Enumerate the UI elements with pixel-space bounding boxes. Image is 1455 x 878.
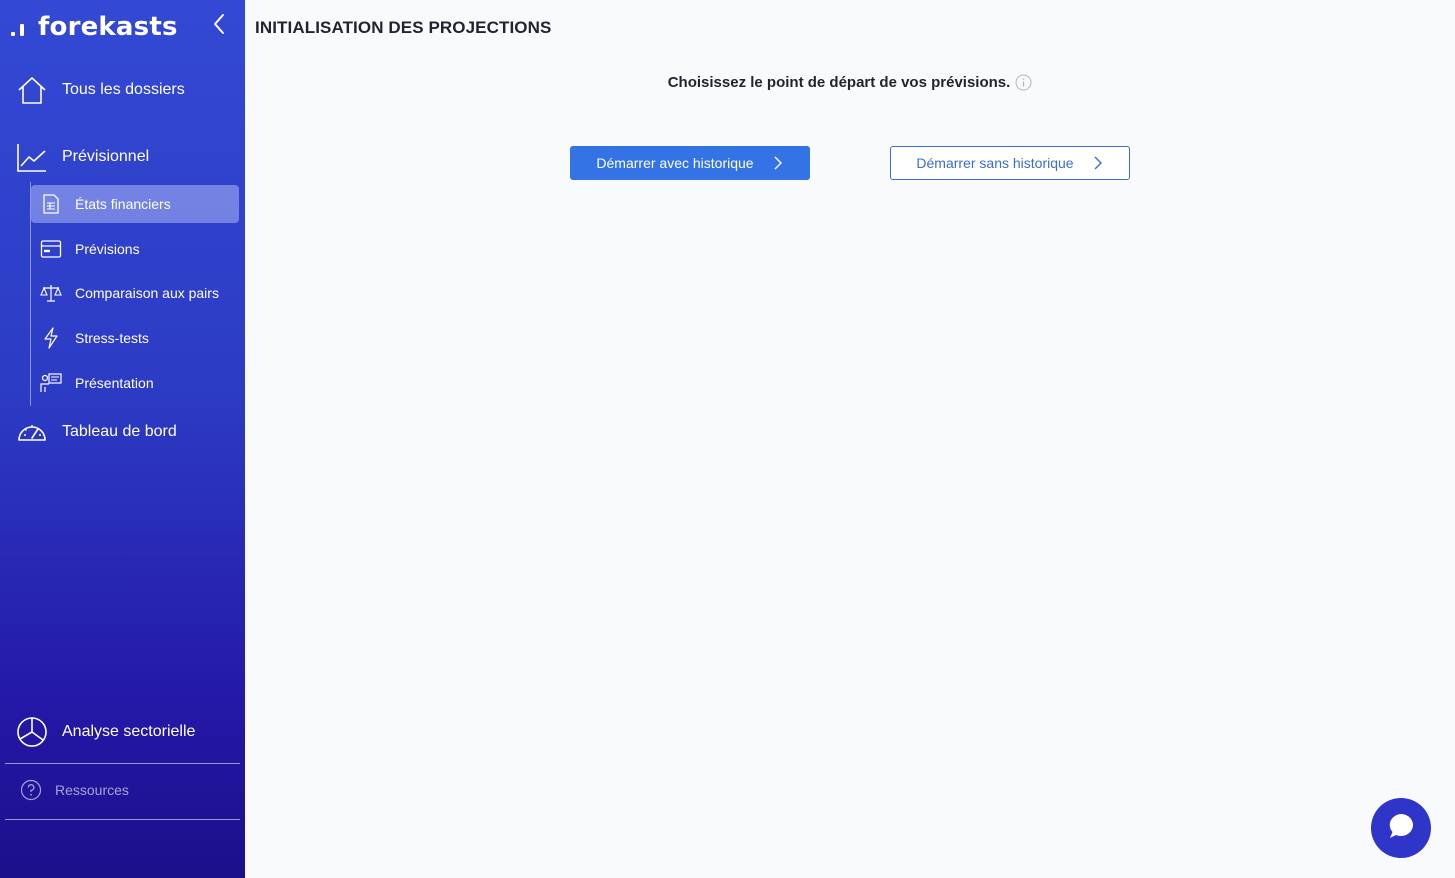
- collapse-sidebar-icon[interactable]: [210, 12, 230, 36]
- info-icon[interactable]: [1015, 74, 1032, 91]
- sidebar-item-peer-comparison[interactable]: Comparaison aux pairs: [31, 274, 239, 312]
- sidebar-item-label: Présentation: [75, 375, 154, 391]
- sidebar: forekasts Tous les dossiers Prévisionnel…: [0, 0, 245, 878]
- start-with-history-button[interactable]: Démarrer avec historique: [570, 146, 810, 180]
- button-label: Démarrer avec historique: [596, 155, 754, 171]
- chat-bubble-icon: [1386, 811, 1416, 846]
- sidebar-item-label: Comparaison aux pairs: [75, 285, 219, 301]
- nav-item-forecast[interactable]: Prévisionnel: [0, 137, 245, 177]
- nav-item-label: Analyse sectorielle: [62, 723, 196, 740]
- question-row: Choisissez le point de départ de vos pré…: [0, 74, 1455, 91]
- nav-item-dashboard[interactable]: Tableau de bord: [0, 412, 245, 452]
- chevron-right-icon: [1092, 156, 1104, 170]
- nav-item-resources[interactable]: Ressources: [20, 778, 129, 802]
- balance-scale-icon: [40, 282, 62, 304]
- sidebar-item-label: Stress-tests: [75, 330, 149, 346]
- chevron-right-icon: [772, 156, 784, 170]
- trend-chart-icon: [16, 141, 48, 173]
- nav-item-label: Prévisionnel: [62, 148, 150, 165]
- lightning-icon: [40, 327, 62, 349]
- sidebar-item-financial-statements[interactable]: États financiers: [31, 185, 239, 223]
- divider: [5, 763, 240, 764]
- page-title: INITIALISATION DES PROJECTIONS: [255, 18, 552, 37]
- speedometer-icon: [16, 416, 48, 448]
- question-circle-icon: [20, 779, 42, 801]
- presenter-icon: [40, 372, 62, 394]
- sidebar-item-label: Prévisions: [75, 241, 140, 257]
- brand-logo[interactable]: forekasts: [10, 10, 178, 44]
- document-list-icon: [40, 193, 62, 215]
- sidebar-item-label: États financiers: [75, 196, 171, 212]
- nav-item-sector-analysis[interactable]: Analyse sectorielle: [0, 712, 245, 752]
- chat-button[interactable]: [1371, 798, 1431, 858]
- credit-card-icon: [40, 238, 62, 260]
- question-text: Choisissez le point de départ de vos pré…: [667, 74, 1011, 91]
- nav-item-label: Ressources: [55, 782, 129, 798]
- button-label: Démarrer sans historique: [916, 155, 1074, 171]
- start-without-history-button[interactable]: Démarrer sans historique: [890, 146, 1130, 180]
- pie-chart-icon: [16, 716, 48, 748]
- divider: [5, 819, 240, 820]
- brand-name: forekasts: [38, 12, 178, 42]
- logo-mark-icon: [10, 15, 32, 39]
- sidebar-item-forecasts[interactable]: Prévisions: [31, 230, 239, 268]
- sidebar-item-presentation[interactable]: Présentation: [31, 364, 239, 402]
- sidebar-item-stress-tests[interactable]: Stress-tests: [31, 319, 239, 357]
- nav-item-label: Tableau de bord: [62, 423, 177, 440]
